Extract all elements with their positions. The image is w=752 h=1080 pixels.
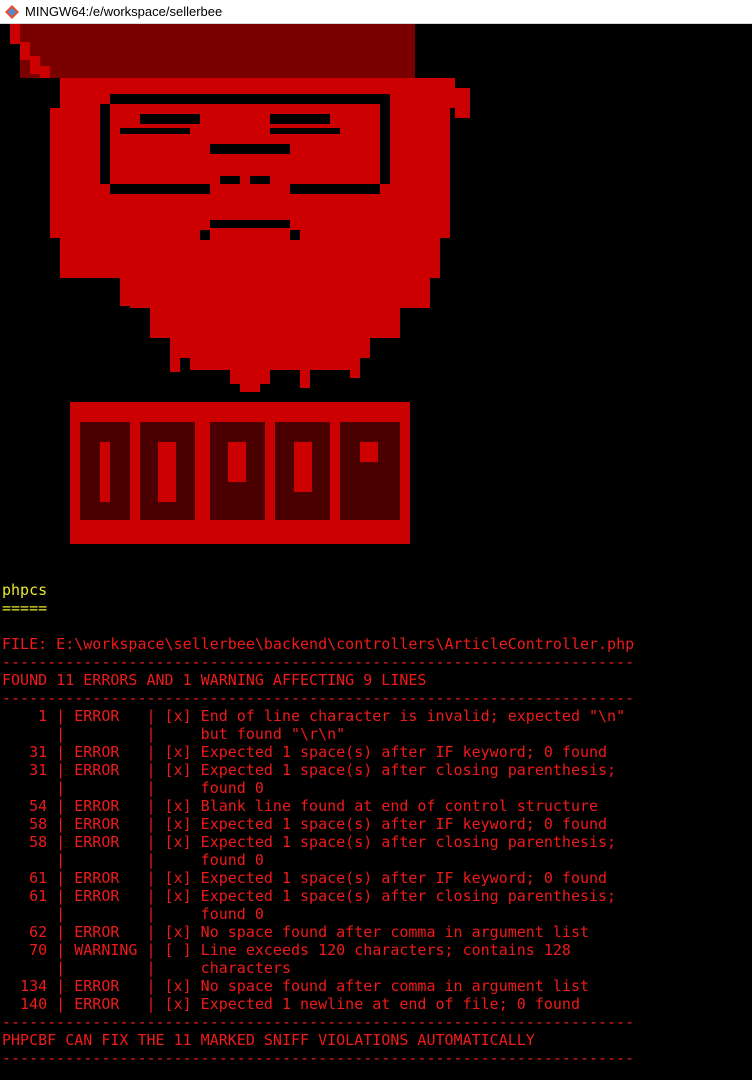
- title-bar[interactable]: MINGW64:/e/workspace/sellerbee: [0, 0, 752, 24]
- error-row: 58 | ERROR | [x] Expected 1 space(s) aft…: [2, 833, 617, 851]
- nope-sign: [70, 402, 410, 544]
- error-row: | | found 0: [2, 851, 264, 869]
- phpcbf-footer: PHPCBF CAN FIX THE 11 MARKED SNIFF VIOLA…: [2, 1031, 535, 1049]
- error-row: 61 | ERROR | [x] Expected 1 space(s) aft…: [2, 869, 608, 887]
- error-row: 1 | ERROR | [x] End of line character is…: [2, 707, 626, 725]
- terminal-screen[interactable]: phpcs ===== FILE: E:\workspace\sellerbee…: [0, 24, 752, 1080]
- window-title: MINGW64:/e/workspace/sellerbee: [25, 4, 223, 19]
- error-row: 58 | ERROR | [x] Expected 1 space(s) aft…: [2, 815, 608, 833]
- git-bash-icon: [5, 4, 19, 19]
- error-row: 31 | ERROR | [x] Expected 1 space(s) aft…: [2, 743, 608, 761]
- error-row: 54 | ERROR | [x] Blank line found at end…: [2, 797, 599, 815]
- nope-pixel-art: [10, 24, 470, 544]
- error-row: 61 | ERROR | [x] Expected 1 space(s) aft…: [2, 887, 617, 905]
- separator-bottom: ----------------------------------------…: [2, 1013, 635, 1031]
- separator-mid: ----------------------------------------…: [2, 689, 635, 707]
- face-red: [50, 78, 470, 392]
- separator-top: ----------------------------------------…: [2, 653, 635, 671]
- tool-underline: =====: [2, 599, 48, 617]
- hat-brim-dark: [20, 24, 415, 78]
- warning-row: | | characters: [2, 959, 291, 977]
- separator-end: ----------------------------------------…: [2, 1049, 635, 1067]
- file-path-line: FILE: E:\workspace\sellerbee\backend\con…: [2, 635, 635, 653]
- error-row: 62 | ERROR | [x] No space found after co…: [2, 923, 589, 941]
- error-row: 134 | ERROR | [x] No space found after c…: [2, 977, 589, 995]
- error-row: | | but found "\r\n": [2, 725, 346, 743]
- summary-line: FOUND 11 ERRORS AND 1 WARNING AFFECTING …: [2, 671, 427, 689]
- tool-name: phpcs: [2, 581, 48, 599]
- error-row: 31 | ERROR | [x] Expected 1 space(s) aft…: [2, 761, 617, 779]
- error-row: | | found 0: [2, 905, 264, 923]
- error-row: 140 | ERROR | [x] Expected 1 newline at …: [2, 995, 580, 1013]
- error-row: | | found 0: [2, 779, 264, 797]
- warning-row: 70 | WARNING | [ ] Line exceeds 120 char…: [2, 941, 571, 959]
